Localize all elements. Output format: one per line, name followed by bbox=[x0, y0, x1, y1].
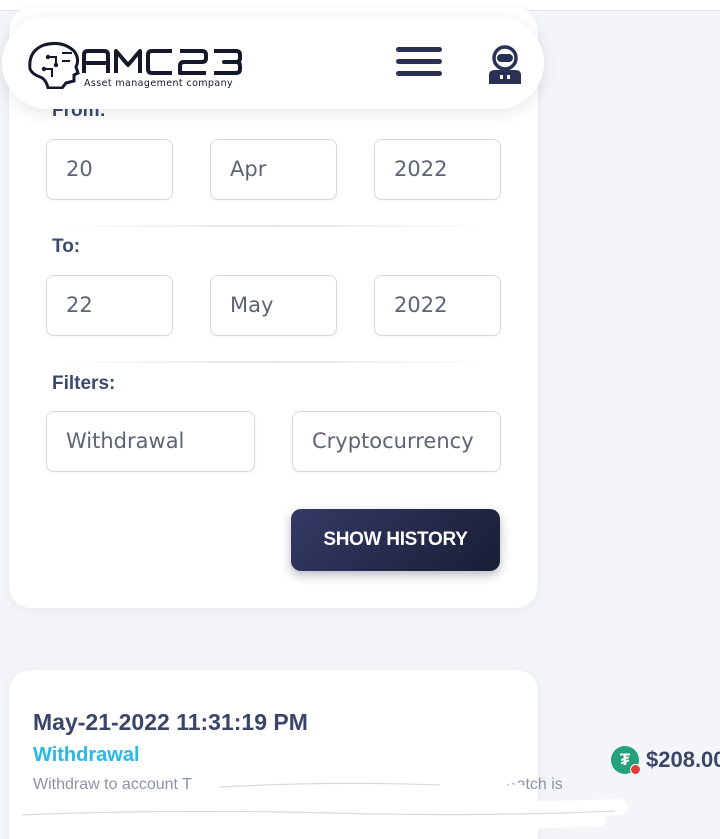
to-day-field[interactable]: 22 bbox=[46, 275, 173, 336]
site-header: Asset management company bbox=[2, 17, 544, 109]
show-history-button[interactable]: SHOW HISTORY bbox=[291, 509, 500, 571]
transaction-type-field[interactable]: Withdrawal bbox=[46, 411, 255, 472]
entry-date: May-21-2022 11:31:19 PM bbox=[33, 709, 308, 735]
from-month-field[interactable]: Apr bbox=[210, 139, 337, 200]
entry-description-text: Withdraw to account T bbox=[33, 776, 192, 793]
entry-description-tail: Batch is bbox=[505, 776, 563, 793]
divider bbox=[60, 225, 488, 227]
robot-user-icon[interactable] bbox=[486, 45, 524, 85]
to-year-field[interactable]: 2022 bbox=[374, 275, 501, 336]
to-label: To: bbox=[52, 236, 81, 257]
entry-amount: ₮ $208.00 bbox=[611, 744, 720, 776]
entry-amount-value: $208.00 bbox=[646, 747, 720, 772]
entry-type[interactable]: Withdrawal bbox=[33, 744, 140, 767]
to-month-field[interactable]: May bbox=[210, 275, 337, 336]
filters-label: Filters: bbox=[52, 373, 116, 394]
tether-usdt-icon: ₮ bbox=[611, 746, 641, 775]
menu-button[interactable] bbox=[396, 47, 442, 81]
asset-type-field[interactable]: Cryptocurrency bbox=[292, 411, 501, 472]
from-day-field[interactable]: 20 bbox=[46, 139, 173, 200]
hamburger-menu-icon bbox=[396, 47, 442, 52]
amc23-logo[interactable]: Asset management company bbox=[26, 39, 286, 89]
from-year-field[interactable]: 2022 bbox=[374, 139, 501, 200]
svg-text:Asset management company: Asset management company bbox=[84, 78, 233, 89]
divider bbox=[60, 361, 488, 363]
entry-description: Withdraw to account T Batch is bbox=[33, 776, 563, 794]
